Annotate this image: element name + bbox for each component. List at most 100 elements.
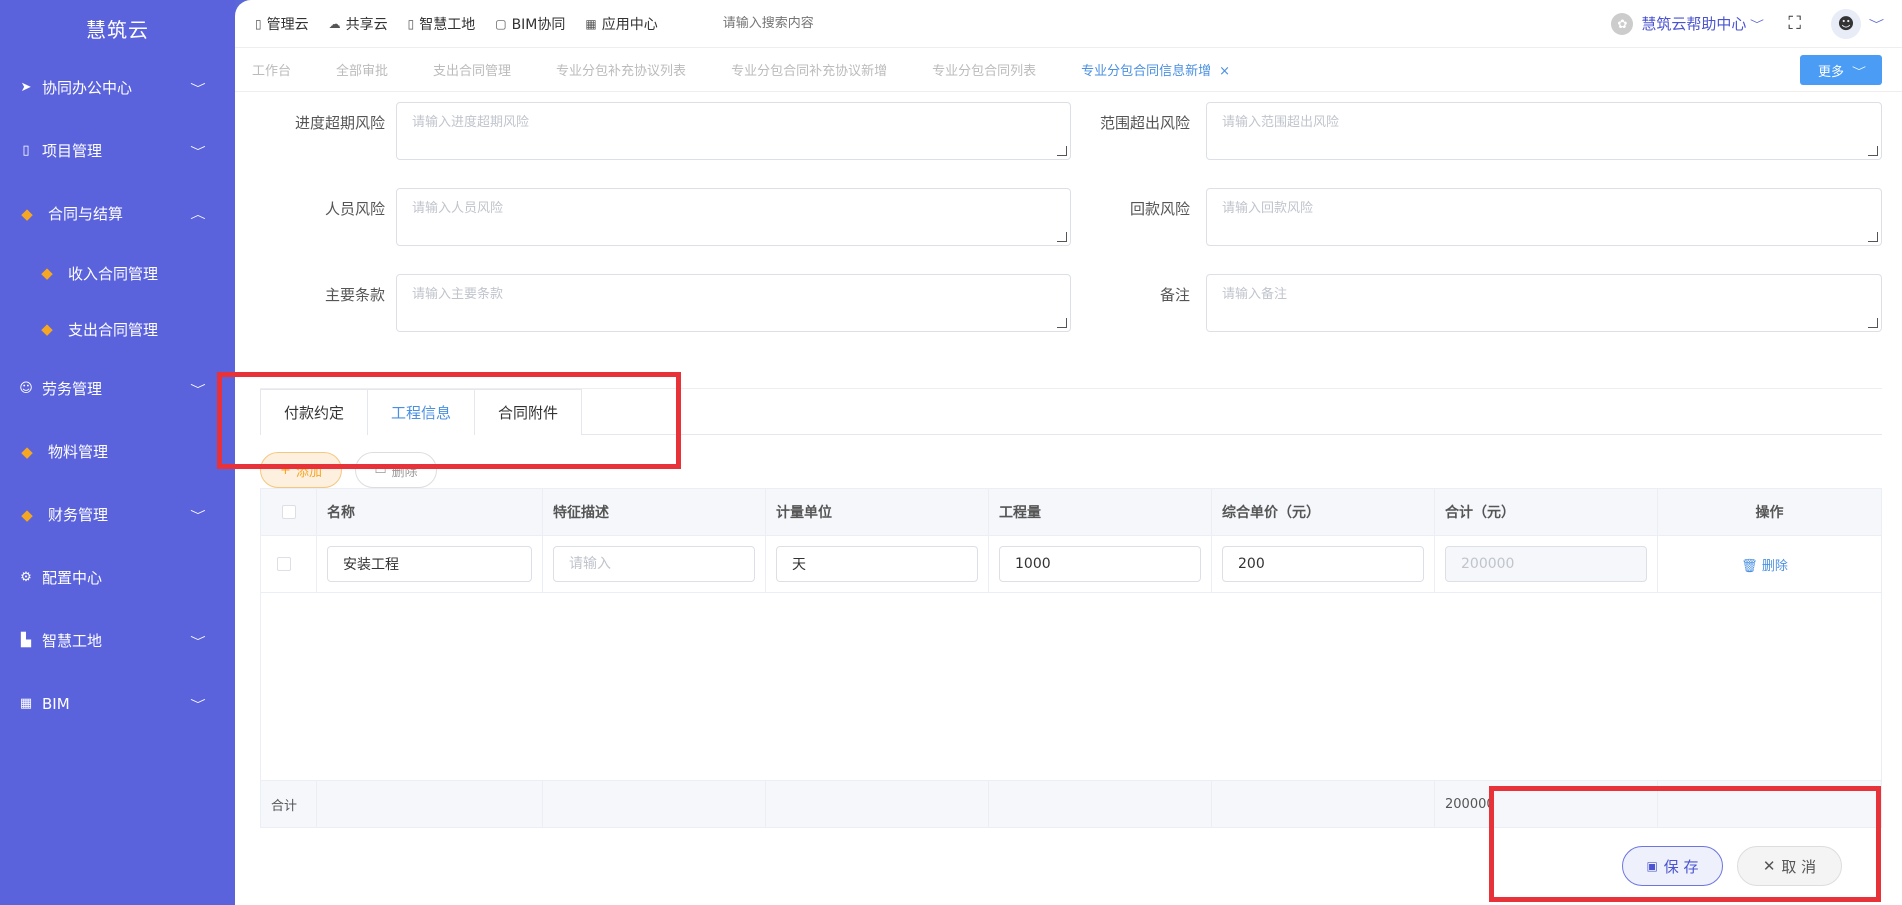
- form-row: 人员风险 请输入人员风险 回款风险 请输入回款风险: [235, 188, 1902, 248]
- resize-handle-icon[interactable]: [1057, 146, 1067, 156]
- sidebar-item-income-contract[interactable]: ◆ 收入合同管理: [0, 245, 235, 301]
- plus-icon: +: [280, 462, 291, 478]
- column-header: 合计（元）: [1435, 489, 1658, 535]
- select-all-checkbox[interactable]: [281, 505, 296, 519]
- price-cell: [1212, 536, 1435, 592]
- name-input[interactable]: [327, 546, 532, 582]
- help-badge-icon: ✿: [1611, 12, 1634, 35]
- book-icon: ▯: [22, 143, 30, 158]
- help-center-link[interactable]: ✿ 慧筑云帮助中心 ﹀: [1611, 12, 1764, 35]
- tab-payment-terms[interactable]: 付款约定: [260, 389, 369, 435]
- sidebar-item-material[interactable]: ◆ 物料管理: [0, 420, 235, 483]
- column-header: 工程量: [989, 489, 1212, 535]
- tab-subcontract-supplement-list[interactable]: 专业分包补充协议列表: [556, 60, 686, 79]
- field-label: 进度超期风险: [294, 114, 385, 132]
- page-tabs: 工作台 全部审批 支出合同管理 专业分包补充协议列表 专业分包合同补充协议新增 …: [235, 48, 1902, 92]
- more-label: 更多: [1817, 64, 1844, 80]
- top-link-label: 应用中心: [601, 16, 658, 33]
- table-header-row: 名称 特征描述 计量单位 工程量 综合单价（元） 合计（元） 操作: [261, 489, 1881, 536]
- unit-price-input[interactable]: [1222, 546, 1424, 582]
- sidebar-item-project[interactable]: ▯ 项目管理 ﹀: [0, 119, 235, 182]
- field-label: 主要条款: [324, 286, 385, 304]
- close-icon[interactable]: ×: [1219, 64, 1230, 79]
- top-link-management-cloud[interactable]: ▯ 管理云: [255, 14, 309, 34]
- top-link-share-cloud[interactable]: ☁ 共享云: [329, 14, 388, 34]
- sidebar-item-bim[interactable]: ▦ BIM ﹀: [0, 672, 235, 735]
- placeholder: 请输入回款风险: [1222, 201, 1314, 216]
- row-select-cell: [261, 536, 317, 592]
- payment-risk-field[interactable]: 请输入回款风险: [1206, 188, 1882, 246]
- summary-cell: [317, 781, 543, 827]
- tab-project-info[interactable]: 工程信息: [368, 389, 476, 435]
- row-checkbox[interactable]: [276, 557, 291, 571]
- form-row: 进度超期风险 请输入进度超期风险 范围超出风险 请输入范围超出风险: [235, 102, 1902, 162]
- add-button[interactable]: + 添加: [260, 452, 342, 488]
- resize-handle-icon[interactable]: [1868, 232, 1878, 242]
- total-input: [1445, 546, 1647, 582]
- avatar[interactable]: ☻: [1831, 8, 1861, 39]
- sidebar-item-smart-site[interactable]: ▙ 智慧工地 ﹀: [0, 609, 235, 672]
- unit-cell: [766, 536, 989, 592]
- chevron-down-icon: ﹀: [190, 508, 206, 522]
- sidebar-item-config[interactable]: ⚙ 配置中心: [0, 546, 235, 609]
- op-cell: 🗑 删除: [1658, 536, 1881, 592]
- summary-cell: [543, 781, 766, 827]
- search-input[interactable]: [722, 16, 963, 31]
- cloud-icon: ☁: [328, 16, 341, 31]
- sidebar-item-contract[interactable]: ◆ 合同与结算 ︿: [0, 182, 235, 245]
- close-icon: ✕: [1762, 857, 1776, 875]
- trash-icon: 🗑: [1741, 558, 1758, 574]
- top-link-app-center[interactable]: ▦ 应用中心: [585, 14, 657, 34]
- quantity-input[interactable]: [999, 546, 1201, 582]
- tab-subcontract-list[interactable]: 专业分包合同列表: [932, 60, 1036, 79]
- scope-risk-field[interactable]: 请输入范围超出风险: [1206, 102, 1882, 160]
- resize-handle-icon[interactable]: [1057, 318, 1067, 328]
- tab-expense-contract[interactable]: 支出合同管理: [433, 60, 511, 79]
- delete-button[interactable]: ▭ 删除: [355, 452, 437, 488]
- tab-all-approvals[interactable]: 全部审批: [336, 60, 388, 79]
- tab-subcontract-supplement-new[interactable]: 专业分包合同补充协议新增: [731, 60, 887, 79]
- resize-handle-icon[interactable]: [1868, 146, 1878, 156]
- gem-icon: ◆: [41, 264, 53, 282]
- resize-handle-icon[interactable]: [1057, 232, 1067, 242]
- summary-cell: [766, 781, 989, 827]
- help-center-label: 慧筑云帮助中心: [1641, 15, 1747, 33]
- tab-workbench[interactable]: 工作台: [252, 60, 291, 79]
- desc-cell: [543, 536, 766, 592]
- sidebar-item-label: 物料管理: [48, 443, 109, 461]
- chevron-down-icon[interactable]: ﹀: [1869, 16, 1884, 32]
- sidebar-item-finance[interactable]: ◆ 财务管理 ﹀: [0, 483, 235, 546]
- sidebar-item-collab-office[interactable]: ➤ 协同办公中心 ﹀: [0, 56, 235, 119]
- add-label: 添加: [295, 464, 322, 480]
- field-label: 备注: [1159, 286, 1190, 304]
- tab-subcontract-info-new[interactable]: 专业分包合同信息新增 ×: [1081, 60, 1230, 79]
- sidebar-item-label: 财务管理: [48, 506, 109, 524]
- cancel-button[interactable]: ✕ 取 消: [1737, 846, 1842, 886]
- tab-contract-attachments[interactable]: 合同附件: [475, 389, 583, 435]
- description-input[interactable]: [553, 546, 755, 582]
- save-button[interactable]: ▣ 保 存: [1622, 846, 1723, 886]
- delete-label: 删除: [391, 464, 418, 480]
- sidebar-item-labor[interactable]: ☺ 劳务管理 ﹀: [0, 357, 235, 420]
- summary-total: 200000: [1435, 781, 1658, 827]
- sidebar-item-expense-contract[interactable]: ◆ 支出合同管理: [0, 301, 235, 357]
- table-summary-row: 合计 200000: [261, 781, 1881, 827]
- resize-handle-icon[interactable]: [1868, 318, 1878, 328]
- total-cell: [1435, 536, 1658, 592]
- sidebar-item-label: 项目管理: [42, 142, 103, 160]
- table-empty-area: [261, 593, 1881, 781]
- field-label: 回款风险: [1129, 200, 1190, 218]
- top-link-smart-site[interactable]: ▯ 智慧工地: [408, 14, 476, 34]
- top-link-bim[interactable]: ▢ BIM协同: [495, 14, 565, 34]
- bar-chart-icon: ▙: [21, 633, 31, 648]
- summary-cell: [1658, 781, 1881, 827]
- fullscreen-icon[interactable]: ⛶: [1788, 13, 1801, 34]
- remarks-field[interactable]: 请输入备注: [1206, 274, 1882, 332]
- row-delete-link[interactable]: 🗑 删除: [1741, 555, 1788, 574]
- chevron-down-icon: ﹀: [190, 81, 206, 95]
- more-button[interactable]: 更多 ﹀: [1800, 55, 1882, 85]
- unit-input[interactable]: [776, 546, 978, 582]
- qty-cell: [989, 536, 1212, 592]
- column-header: 操作: [1658, 489, 1881, 535]
- gem-icon: ◆: [21, 442, 33, 461]
